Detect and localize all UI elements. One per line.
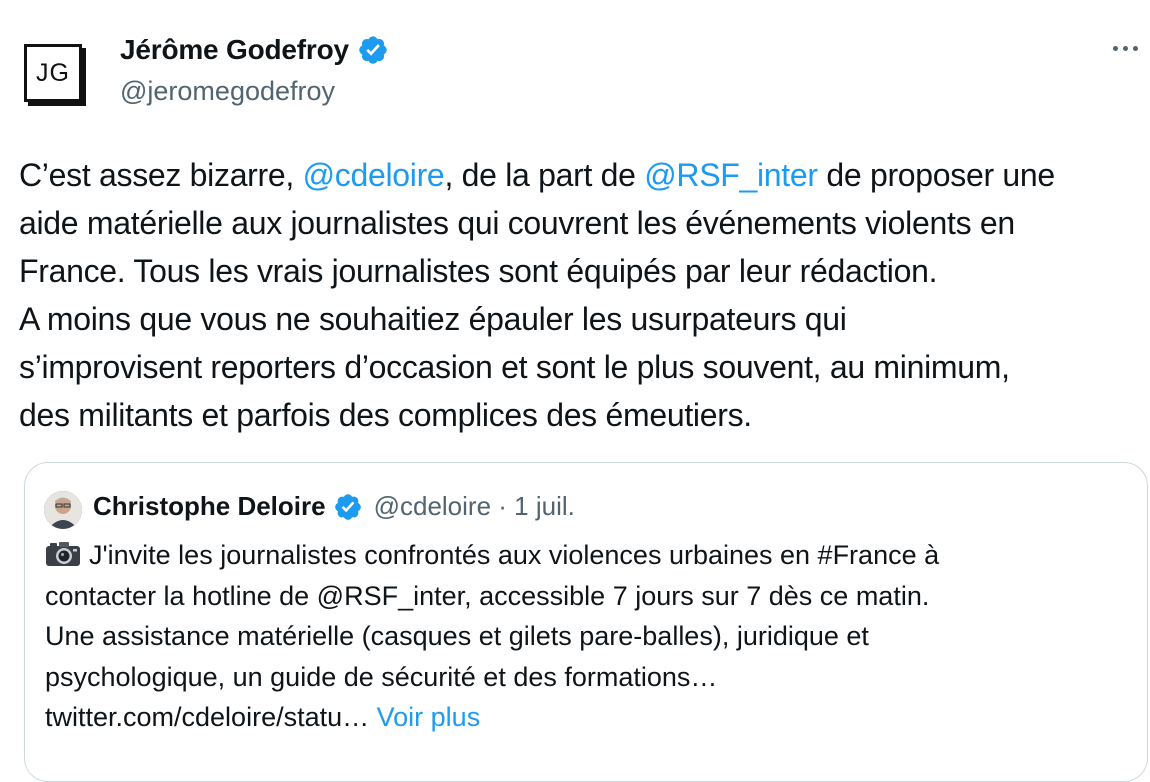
quoted-line-2: contacter la hotline de @RSF_inter, acce…: [45, 580, 930, 611]
tweet-line-2: aide matérielle aux journalistes qui cou…: [19, 205, 1015, 241]
person-photo-icon: [44, 491, 82, 529]
mention-link-cdeloire[interactable]: @cdeloire: [303, 157, 445, 193]
verified-badge-icon: [359, 36, 387, 64]
tweet-text: C’est assez bizarre, @cdeloire, de la pa…: [19, 151, 1139, 439]
tweet-text-segment: , de la part de: [444, 157, 645, 193]
tweet-line-6: des militants et parfois des complices d…: [19, 397, 752, 433]
author-name-row: Jérôme Godefroy: [120, 34, 389, 66]
quoted-tweet-text: J'invite les journalistes confrontés aux…: [45, 535, 1135, 738]
quoted-display-name[interactable]: Christophe Deloire: [93, 491, 326, 522]
author-avatar[interactable]: JG: [24, 44, 82, 102]
more-options-icon[interactable]: [1113, 46, 1138, 51]
quoted-tweet-card[interactable]: Christophe Deloire @cdeloire · 1 juil. J…: [24, 462, 1148, 782]
tweet-line-3: France. Tous les vrais journalistes sont…: [19, 253, 938, 289]
quoted-line-3: Une assistance matérielle (casques et gi…: [45, 621, 869, 651]
quoted-link-url[interactable]: twitter.com/cdeloire/statu…: [45, 702, 369, 732]
tweet-line-4: A moins que vous ne souhaitiez épauler l…: [19, 301, 847, 337]
voir-plus-link[interactable]: Voir plus: [377, 702, 481, 732]
tweet-line-1: C’est assez bizarre, @cdeloire, de la pa…: [19, 151, 1139, 199]
verified-badge-icon: [334, 493, 361, 520]
quoted-line-5: twitter.com/cdeloire/statu… Voir plus: [45, 697, 1135, 738]
mention-link-rsf-inter[interactable]: @RSF_inter: [644, 157, 818, 193]
quoted-line-4: psychologique, un guide de sécurité et d…: [45, 661, 718, 692]
camera-emoji-icon: [46, 542, 80, 566]
quoted-text-segment: J'invite les journalistes confrontés aux…: [89, 540, 940, 570]
quoted-handle-date[interactable]: @cdeloire · 1 juil.: [374, 491, 575, 522]
tweet-text-segment: C’est assez bizarre,: [19, 157, 303, 193]
tweet-text-segment: de proposer une: [817, 157, 1055, 193]
quoted-author-avatar[interactable]: [44, 491, 82, 529]
tweet-line-5: s’improvisent reporters d’occasion et so…: [19, 349, 1010, 385]
author-handle[interactable]: @jeromegodefroy: [120, 76, 335, 107]
quoted-line-1: J'invite les journalistes confrontés aux…: [45, 535, 1135, 576]
quoted-name-row: Christophe Deloire @cdeloire · 1 juil.: [93, 491, 575, 522]
avatar-initials: JG: [36, 58, 70, 87]
author-display-name[interactable]: Jérôme Godefroy: [120, 34, 349, 66]
